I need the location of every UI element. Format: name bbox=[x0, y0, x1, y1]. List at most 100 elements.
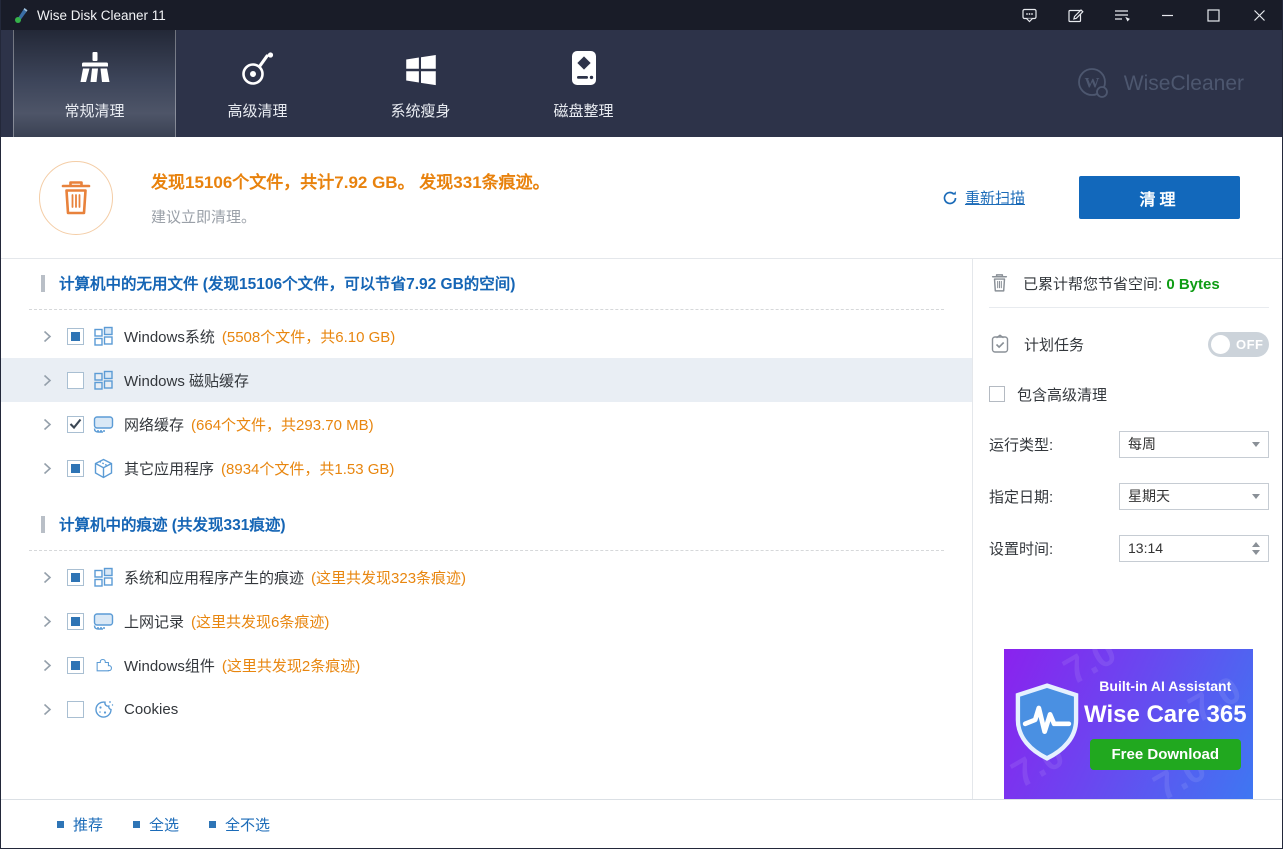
minimize-button[interactable] bbox=[1144, 0, 1190, 30]
row-checkbox[interactable] bbox=[67, 656, 84, 674]
section-bar bbox=[41, 515, 45, 533]
broom-icon bbox=[75, 47, 115, 89]
include-advanced-label: 包含高级清理 bbox=[1017, 386, 1108, 404]
clean-button[interactable]: 清理 bbox=[1079, 176, 1240, 219]
windows-tiles-icon bbox=[93, 370, 116, 391]
brand-name: WiseCleaner bbox=[1123, 71, 1244, 95]
schedule-form: 运行类型: 每周指定日期: 星期天设置时间: 13:14 bbox=[973, 412, 1283, 568]
sidebar: 已累计帮您节省空间: 0 Bytes 计划任务 OFF 包含高级清理 运行类型:… bbox=[972, 259, 1283, 799]
form-row: 运行类型: 每周 bbox=[989, 424, 1269, 464]
vacuum-icon bbox=[238, 47, 278, 89]
recommend-link[interactable]: 推荐 bbox=[57, 814, 103, 835]
row-checkbox[interactable] bbox=[67, 459, 84, 477]
day-select[interactable]: 星期天 bbox=[1119, 482, 1269, 510]
select-all-link[interactable]: 全选 bbox=[133, 814, 179, 835]
list-item[interactable]: 网络缓存 (664个文件，共293.70 MB) bbox=[1, 402, 972, 446]
row-label: Windows组件 bbox=[124, 657, 215, 675]
feedback-button[interactable] bbox=[1006, 0, 1052, 30]
time-spinner[interactable]: 13:14 bbox=[1119, 534, 1269, 562]
svg-text:W: W bbox=[1084, 75, 1099, 91]
disk-icon bbox=[565, 47, 603, 89]
browser-cache-icon bbox=[93, 611, 116, 632]
row-checkbox[interactable] bbox=[67, 371, 84, 389]
toggle-knob bbox=[1211, 334, 1230, 354]
list-item[interactable]: 系统和应用程序产生的痕迹 (这里共发现323条痕迹) bbox=[1, 555, 972, 599]
rescan-link[interactable]: 重新扫描 bbox=[942, 187, 1025, 208]
ad-product-name: Wise Care 365 bbox=[1084, 701, 1247, 728]
schedule-task-label: 计划任务 bbox=[1024, 336, 1085, 354]
row-detail: (664个文件，共293.70 MB) bbox=[191, 416, 374, 434]
tab-disk-defrag[interactable]: 磁盘整理 bbox=[502, 30, 665, 137]
list-item[interactable]: Windows系统 (5508个文件，共6.10 GB) bbox=[1, 314, 972, 358]
spinner-up-icon[interactable] bbox=[1252, 541, 1260, 547]
chevron-right-icon[interactable] bbox=[43, 418, 67, 431]
footer-bar: 推荐 全选 全不选 bbox=[1, 799, 1282, 848]
brand-logo: W WiseCleaner bbox=[1074, 64, 1244, 104]
schedule-task-row: 计划任务 OFF bbox=[989, 322, 1269, 366]
chevron-right-icon[interactable] bbox=[43, 374, 67, 387]
list-item[interactable]: 其它应用程序 (8934个文件，共1.53 GB) bbox=[1, 446, 972, 490]
cookie-icon bbox=[93, 699, 116, 720]
bullet-icon bbox=[133, 820, 141, 828]
main-nav: 常规清理 高级清理 系统瘦身 磁盘整理 W WiseCleaner bbox=[1, 30, 1282, 137]
row-detail: (这里共发现2条痕迹) bbox=[221, 657, 361, 675]
tab-label: 高级清理 bbox=[227, 102, 288, 120]
free-download-button[interactable]: Free Download bbox=[1089, 739, 1242, 770]
row-checkbox[interactable] bbox=[67, 700, 84, 718]
chevron-down-icon bbox=[1252, 493, 1260, 499]
field-label: 指定日期: bbox=[989, 488, 1054, 506]
window-title: Wise Disk Cleaner 11 bbox=[37, 7, 166, 23]
scan-suggestion: 建议立即清理。 bbox=[151, 209, 257, 226]
dashed-divider bbox=[29, 550, 944, 551]
tab-label: 系统瘦身 bbox=[390, 102, 451, 120]
chevron-right-icon[interactable] bbox=[43, 615, 67, 628]
chevron-right-icon[interactable] bbox=[43, 462, 67, 475]
chevron-right-icon[interactable] bbox=[43, 659, 67, 672]
scan-result-headline: 发现15106个文件，共计7.92 GB。 发现331条痕迹。 bbox=[151, 173, 550, 192]
run-type-select[interactable]: 每周 bbox=[1119, 430, 1269, 458]
bullet-icon bbox=[209, 820, 217, 828]
windows-tiles-icon bbox=[93, 326, 116, 347]
selected-value: 每周 bbox=[1128, 436, 1156, 452]
tab-label: 磁盘整理 bbox=[553, 102, 614, 120]
row-label: 系统和应用程序产生的痕迹 bbox=[124, 569, 305, 587]
row-checkbox[interactable] bbox=[67, 327, 84, 345]
windows-logo-icon bbox=[402, 47, 440, 89]
chevron-right-icon[interactable] bbox=[43, 330, 67, 343]
schedule-toggle[interactable]: OFF bbox=[1208, 331, 1269, 357]
list-item[interactable]: Windows组件 (这里共发现2条痕迹) bbox=[1, 643, 972, 687]
app-window: Wise Disk Cleaner 11 常规清理 高级清理 系统瘦身 磁盘整理… bbox=[0, 0, 1283, 849]
menu-button[interactable] bbox=[1098, 0, 1144, 30]
content-area: 计算机中的无用文件 (发现15106个文件，可以节省7.92 GB的空间) Win… bbox=[1, 258, 1282, 799]
toggle-state-label: OFF bbox=[1236, 336, 1264, 352]
list-item[interactable]: Cookies bbox=[1, 687, 972, 731]
section-title: 计算机中的无用文件 (发现15106个文件，可以节省7.92 GB的空间) bbox=[59, 276, 516, 293]
include-advanced-row: 包含高级清理 bbox=[989, 376, 1269, 412]
close-button[interactable] bbox=[1236, 0, 1282, 30]
row-checkbox[interactable] bbox=[67, 568, 84, 586]
include-advanced-checkbox[interactable] bbox=[989, 386, 1005, 402]
row-checkbox[interactable] bbox=[67, 612, 84, 630]
selected-value: 星期天 bbox=[1128, 488, 1170, 504]
tab-system-slim[interactable]: 系统瘦身 bbox=[339, 30, 502, 137]
list-item[interactable]: Windows 磁贴缓存 bbox=[1, 358, 972, 402]
row-checkbox[interactable] bbox=[67, 415, 84, 433]
tab-common-clean[interactable]: 常规清理 bbox=[13, 30, 176, 137]
notes-button[interactable] bbox=[1052, 0, 1098, 30]
form-row: 设置时间: 13:14 bbox=[989, 528, 1269, 568]
wise-care-ad-banner[interactable]: 7.0 7.0 7.0 7.0 Built-in AI Assistant Wi… bbox=[1004, 649, 1253, 799]
spinner-down-icon[interactable] bbox=[1252, 549, 1260, 555]
chevron-right-icon[interactable] bbox=[43, 703, 67, 716]
time-value: 13:14 bbox=[1128, 540, 1164, 556]
app-logo-icon bbox=[13, 7, 29, 23]
field-label: 运行类型: bbox=[989, 436, 1054, 454]
select-none-link[interactable]: 全不选 bbox=[209, 814, 270, 835]
trash-icon bbox=[39, 160, 113, 235]
tab-label: 常规清理 bbox=[64, 102, 125, 120]
field-label: 设置时间: bbox=[989, 540, 1054, 558]
tab-advanced-clean[interactable]: 高级清理 bbox=[176, 30, 339, 137]
section-header: 计算机中的痕迹 (共发现331痕迹) bbox=[1, 500, 972, 548]
maximize-button[interactable] bbox=[1190, 0, 1236, 30]
chevron-right-icon[interactable] bbox=[43, 571, 67, 584]
list-item[interactable]: 上网记录 (这里共发现6条痕迹) bbox=[1, 599, 972, 643]
